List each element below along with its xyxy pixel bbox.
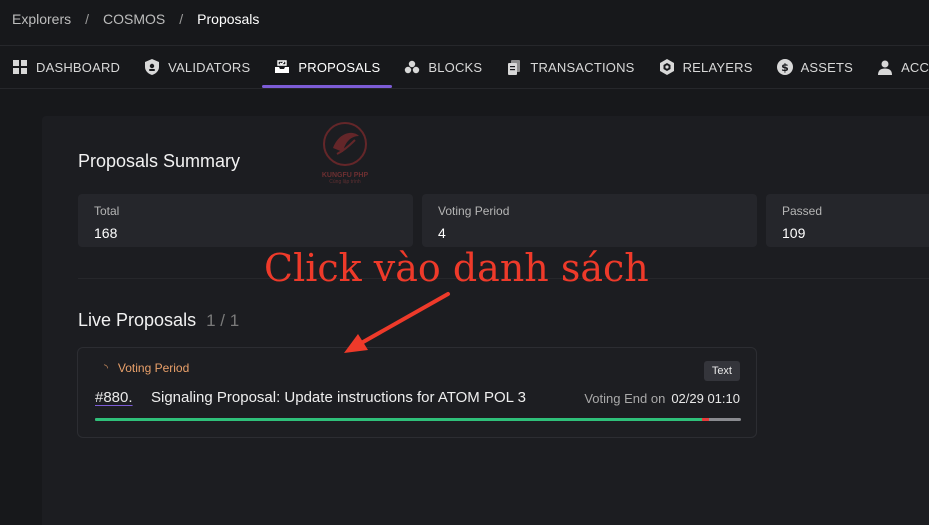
status-label: Voting Period — [117, 361, 190, 375]
breadcrumb-cosmos[interactable]: COSMOS — [103, 11, 165, 27]
proposal-status: ◝ Voting Period — [104, 361, 189, 375]
vote-progress-yes — [95, 418, 703, 421]
stat-label: Voting Period — [438, 204, 510, 218]
tab-dashboard[interactable]: DASHBOARD — [0, 46, 132, 88]
breadcrumb-separator: / — [179, 11, 184, 27]
tab-validators[interactable]: VALIDATORS — [132, 46, 262, 88]
stat-card-passed: Passed 109 — [766, 194, 929, 247]
stat-value: 4 — [438, 225, 446, 241]
stat-card-voting-period: Voting Period 4 — [422, 194, 757, 247]
stat-label: Passed — [782, 204, 823, 218]
proposal-title[interactable]: Signaling Proposal: Update instructions … — [151, 389, 526, 406]
stat-value: 168 — [94, 225, 118, 241]
tab-label: ACC — [901, 59, 929, 75]
tab-label: RELAYERS — [682, 59, 753, 75]
tab-label: PROPOSALS — [298, 59, 381, 75]
nav-divider — [0, 88, 929, 89]
stat-card-total: Total 168 — [78, 194, 413, 247]
tab-label: ASSETS — [800, 59, 854, 75]
tab-accounts[interactable]: ACC — [865, 46, 929, 88]
tab-assets[interactable]: $ ASSETS — [765, 46, 866, 88]
main-nav: DASHBOARD VALIDATORS PROPOSALS BLOCKS TR… — [0, 46, 929, 88]
breadcrumb-explorers[interactable]: Explorers — [12, 11, 71, 27]
live-proposals-title: Live Proposals 1 / 1 — [78, 310, 239, 331]
annotation-text: Click vào danh sách — [264, 246, 649, 290]
breadcrumb-separator: / — [85, 11, 90, 27]
tab-label: TRANSACTIONS — [530, 59, 635, 75]
logo-text: KUNGFU PHP — [321, 172, 369, 179]
shield-icon — [144, 59, 160, 75]
annotation-arrow-icon — [344, 292, 450, 353]
tab-proposals[interactable]: PROPOSALS — [262, 46, 393, 88]
documents-icon — [506, 59, 522, 75]
cubes-icon — [404, 59, 420, 75]
kungfu-php-logo: KUNGFU PHP Cùng lập trình — [296, 120, 394, 192]
tab-blocks[interactable]: BLOCKS — [392, 46, 494, 88]
grid-icon — [12, 59, 28, 75]
breadcrumb: Explorers / COSMOS / Proposals — [12, 10, 259, 28]
tab-relayers[interactable]: RELAYERS — [647, 46, 765, 88]
proposal-type-badge: Text — [703, 361, 740, 381]
tab-label: VALIDATORS — [168, 59, 251, 75]
tab-label: BLOCKS — [428, 59, 483, 75]
tab-label: DASHBOARD — [36, 59, 121, 75]
breadcrumb-current: Proposals — [197, 11, 260, 27]
dollar-icon: $ — [776, 59, 793, 75]
stat-label: Total — [94, 204, 120, 218]
user-icon — [877, 59, 893, 75]
vote-progress-bar — [95, 418, 741, 421]
summary-title: Proposals Summary — [78, 151, 241, 171]
loading-spinner-icon: ◝ — [104, 362, 108, 374]
live-proposals-count: 1 / 1 — [206, 311, 240, 330]
hexagon-icon — [659, 59, 675, 75]
live-proposals-label: Live Proposals — [78, 310, 197, 330]
svg-text:$: $ — [781, 61, 789, 74]
logo-mark-icon — [323, 122, 367, 166]
vote-progress-no — [702, 418, 709, 421]
stat-value: 109 — [782, 225, 806, 241]
voting-end-date: 02/29 01:10 — [671, 391, 740, 406]
proposal-id-link[interactable]: #880. — [95, 389, 133, 406]
tab-transactions[interactable]: TRANSACTIONS — [494, 46, 646, 88]
voting-end: Voting End on 02/29 01:10 — [584, 391, 740, 406]
logo-subtext: Cùng lập trình — [329, 179, 361, 185]
proposal-card[interactable]: ◝ Voting Period Text #880. Signaling Pro… — [77, 347, 757, 438]
inbox-icon — [274, 59, 290, 75]
voting-end-label: Voting End on — [584, 391, 666, 406]
